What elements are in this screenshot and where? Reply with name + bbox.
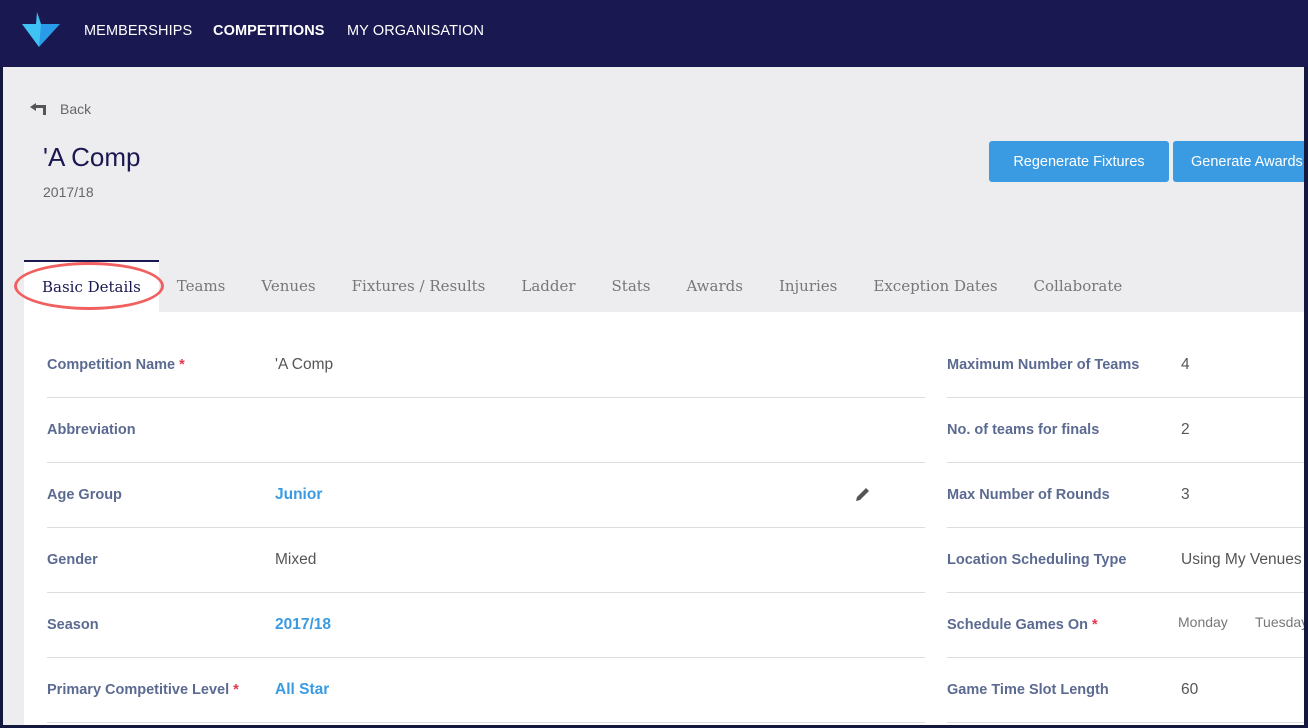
tab-stats[interactable]: Stats [594, 260, 669, 312]
generate-awards-button[interactable]: Generate Awards [1173, 141, 1304, 182]
field-label: Abbreviation [47, 422, 136, 438]
page-title: 'A Comp [43, 142, 141, 172]
field-schedule-games-on: Schedule Games On * Monday Tuesday [947, 593, 1304, 658]
field-value[interactable]: All Star [275, 681, 329, 699]
tab-exception-dates[interactable]: Exception Dates [855, 260, 1015, 312]
day-tuesday[interactable]: Tuesday [1255, 614, 1304, 630]
tab-awards[interactable]: Awards [669, 260, 761, 312]
tab-basic-details[interactable]: Basic Details [24, 260, 159, 312]
field-label: Gender [47, 552, 98, 568]
nav-memberships[interactable]: MEMBERSHIPS [84, 23, 192, 39]
field-max-rounds: Max Number of Rounds 3 [947, 463, 1304, 528]
field-gender: Gender Mixed [47, 528, 925, 593]
field-max-teams: Maximum Number of Teams 4 [947, 333, 1304, 398]
tab-collaborate[interactable]: Collaborate [1016, 260, 1141, 312]
field-value[interactable]: 4 [1181, 356, 1190, 374]
field-value[interactable]: Mixed [275, 551, 316, 569]
field-value[interactable]: Using My Venues [1181, 551, 1302, 569]
back-link[interactable]: Back [30, 101, 91, 117]
field-label: Game Time Slot Length [947, 682, 1109, 698]
page-subtitle-season: 2017/18 [43, 184, 94, 200]
main-page: Back 'A Comp 2017/18 Regenerate Fixtures… [3, 67, 1304, 725]
tab-bar: Basic Details Teams Venues Fixtures / Re… [24, 260, 1140, 312]
field-value[interactable]: Junior [275, 486, 322, 504]
field-value[interactable]: 2017/18 [275, 616, 331, 634]
field-value[interactable]: 3 [1181, 486, 1190, 504]
tab-venues[interactable]: Venues [243, 260, 333, 312]
tab-injuries[interactable]: Injuries [761, 260, 855, 312]
edit-pencil-icon[interactable] [856, 487, 870, 501]
regenerate-fixtures-button[interactable]: Regenerate Fixtures [989, 141, 1169, 182]
field-location-scheduling-type: Location Scheduling Type Using My Venues [947, 528, 1304, 593]
basic-details-panel: Competition Name * 'A Comp Abbreviation A… [24, 312, 1304, 725]
tab-fixtures-results[interactable]: Fixtures / Results [334, 260, 504, 312]
back-arrow-icon [30, 103, 46, 115]
field-label: Primary Competitive Level * [47, 682, 239, 698]
field-value[interactable]: 60 [1181, 681, 1198, 699]
top-nav-bar: MEMBERSHIPS COMPETITIONS MY ORGANISATION [0, 0, 1308, 67]
field-label: No. of teams for finals [947, 422, 1100, 438]
tab-ladder[interactable]: Ladder [503, 260, 593, 312]
field-primary-competitive-level: Primary Competitive Level * All Star [47, 658, 925, 723]
field-label: Max Number of Rounds [947, 487, 1110, 503]
nav-my-organisation[interactable]: MY ORGANISATION [347, 23, 484, 39]
tab-teams[interactable]: Teams [159, 260, 244, 312]
field-season: Season 2017/18 [47, 593, 925, 658]
field-age-group: Age Group Junior [47, 463, 925, 528]
field-label: Maximum Number of Teams [947, 357, 1140, 373]
field-label: Schedule Games On * [947, 617, 1098, 633]
field-value[interactable]: 'A Comp [275, 356, 333, 374]
back-label: Back [60, 101, 92, 117]
logo-icon[interactable] [22, 12, 62, 48]
field-abbreviation: Abbreviation [47, 398, 925, 463]
nav-competitions[interactable]: COMPETITIONS [213, 23, 325, 39]
field-label: Location Scheduling Type [947, 552, 1127, 568]
field-label: Age Group [47, 487, 122, 503]
field-finals-teams: No. of teams for finals 2 [947, 398, 1304, 463]
day-monday[interactable]: Monday [1178, 614, 1228, 630]
field-label: Season [47, 617, 99, 633]
field-value[interactable]: 2 [1181, 421, 1190, 439]
field-label: Competition Name * [47, 357, 185, 373]
field-game-time-slot-length: Game Time Slot Length 60 [947, 658, 1304, 723]
field-competition-name: Competition Name * 'A Comp [47, 333, 925, 398]
